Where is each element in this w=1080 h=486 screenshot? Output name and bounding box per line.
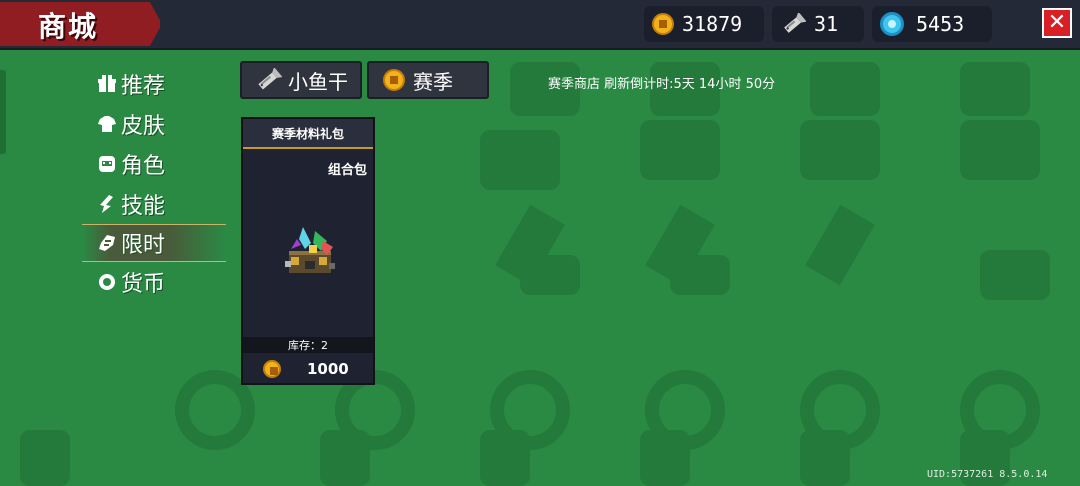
item-title: 赛季材料礼包 [243,119,373,149]
coin-icon [263,360,281,378]
material-pack-icon [283,225,339,279]
coin-count: 31879 [682,12,743,36]
nav-item-label: 限时 [121,233,166,258]
item-stock: 库存：2 [243,337,373,353]
tab-season[interactable]: 赛季 [367,61,489,99]
item-price: 1000 [243,355,373,383]
currency-icon [96,271,118,293]
nav-item-label: 皮肤 [121,114,166,139]
nav-item-label: 角色 [121,154,166,179]
nav-item-skins[interactable]: 皮肤 [96,104,226,144]
tab-label: 赛季 [413,69,453,94]
item-subtitle: 组合包 [327,163,367,178]
nav-item-label: 货币 [121,272,166,297]
coin-icon [652,13,674,35]
gem-count: 5453 [916,12,965,36]
tab-label: 小鱼干 [288,69,348,94]
nav-item-characters[interactable]: 角色 [96,144,226,184]
uid-version: UID:5737261 8.5.0.14 [927,469,1048,480]
category-nav: 推荐 皮肤 角色 技能 限时 货币 [82,64,226,302]
limited-time-icon [96,232,118,254]
fish-icon [780,11,807,35]
fish-count: 31 [814,12,839,36]
price-value: 1000 [307,360,349,378]
nav-item-skills[interactable]: 技能 [96,184,226,224]
side-drawer-handle[interactable] [0,70,6,154]
shirt-icon [96,113,118,135]
coin-icon [383,69,405,91]
tab-fish[interactable]: 小鱼干 [240,61,362,99]
refresh-countdown: 赛季商店 刷新倒计时:5天 14小时 50分 [548,77,776,92]
character-icon [96,153,118,175]
nav-item-currency[interactable]: 货币 [96,262,226,302]
shop-item-card[interactable]: 赛季材料礼包 组合包 库存：2 1000 [241,117,375,385]
fish-balance: 31 [772,6,864,42]
nav-item-limited-time[interactable]: 限时 [82,224,226,262]
close-button[interactable]: ✕ [1042,8,1072,38]
gem-balance: 5453 [872,6,992,42]
skill-icon [96,193,118,215]
nav-item-recommended[interactable]: 推荐 [96,64,226,104]
gift-icon [96,73,118,95]
coin-balance: 31879 [644,6,764,42]
fish-icon [254,67,283,92]
nav-item-label: 技能 [121,194,166,219]
close-icon: ✕ [1047,10,1067,35]
nav-item-label: 推荐 [121,74,166,99]
gem-icon [880,12,904,36]
top-bar: 商城 31879 31 5453 ✕ [0,0,1080,50]
page-title: 商城 [38,10,99,43]
